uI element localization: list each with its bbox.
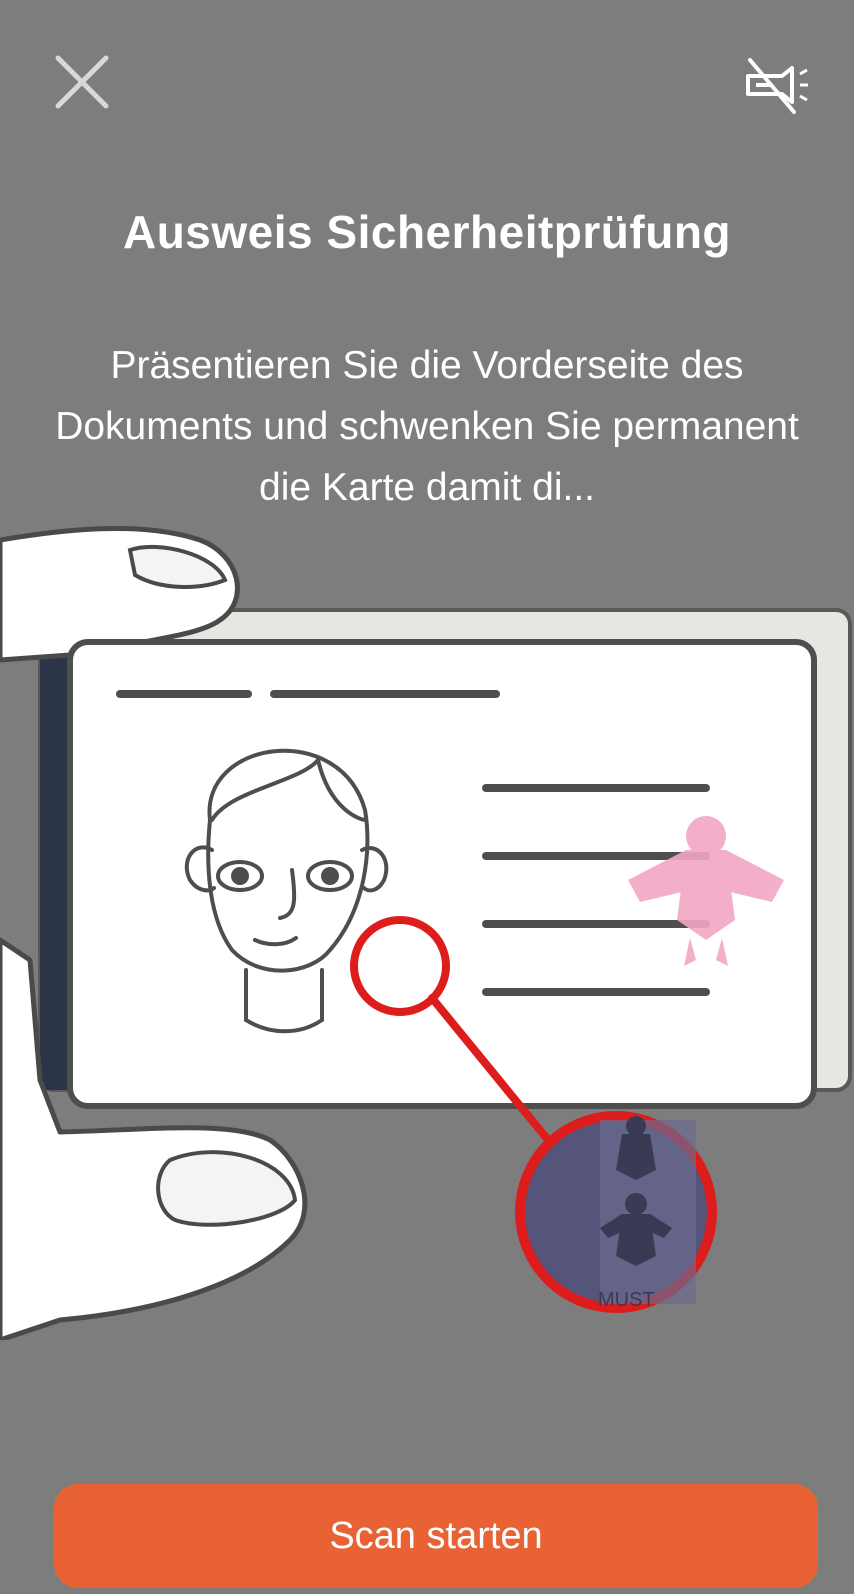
close-button[interactable] bbox=[50, 50, 114, 114]
start-scan-button[interactable]: Scan starten bbox=[54, 1484, 818, 1588]
close-icon bbox=[55, 55, 109, 109]
top-bar bbox=[0, 0, 854, 170]
id-card-front bbox=[67, 639, 817, 1109]
instruction-text: Präsentieren Sie die Vorderseite des Dok… bbox=[55, 344, 799, 509]
flashlight-off-icon bbox=[746, 58, 808, 114]
page-title: Ausweis Sicherheitprüfung bbox=[122, 206, 732, 258]
flashlight-toggle-button[interactable] bbox=[742, 52, 812, 118]
magnifier-watermark-text: MUST bbox=[598, 1289, 655, 1311]
id-card-hologram-illustration: MUST bbox=[0, 520, 854, 1343]
